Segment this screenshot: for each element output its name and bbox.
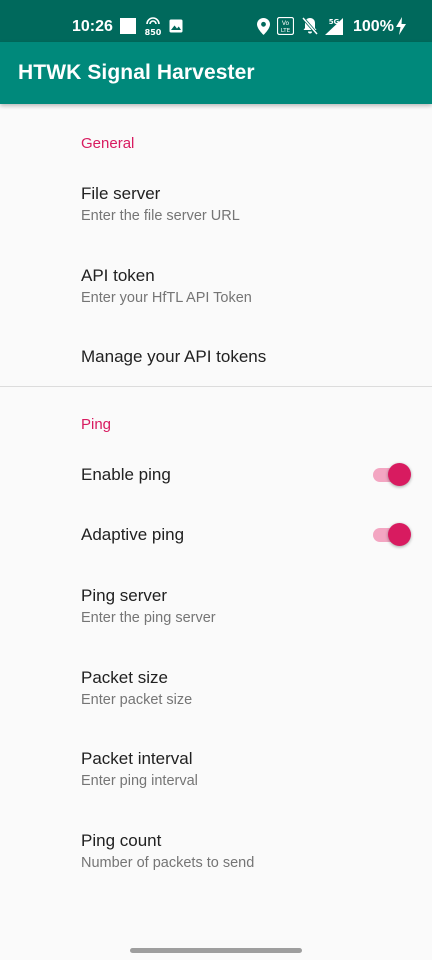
app-bar: HTWK Signal Harvester bbox=[0, 42, 432, 104]
location-icon bbox=[257, 18, 270, 35]
mute-icon bbox=[302, 17, 318, 35]
pref-packet-size-summary: Enter packet size bbox=[81, 692, 193, 708]
pref-enable-ping[interactable]: Enable ping bbox=[0, 448, 432, 502]
pref-file-server[interactable]: File server Enter the file server URL bbox=[0, 168, 432, 246]
enable-ping-switch-thumb bbox=[388, 463, 411, 486]
notification-square-icon bbox=[120, 18, 136, 34]
pref-packet-interval[interactable]: Packet interval Enter ping interval bbox=[0, 733, 432, 811]
pref-ping-server[interactable]: Ping server Enter the ping server bbox=[0, 570, 432, 648]
pref-enable-ping-title: Enable ping bbox=[81, 465, 171, 484]
pref-packet-interval-title: Packet interval bbox=[81, 749, 193, 768]
pref-manage-api-tokens-title: Manage your API tokens bbox=[81, 347, 267, 366]
pref-api-token-title: API token bbox=[81, 266, 155, 285]
svg-text:LTE: LTE bbox=[281, 28, 291, 34]
pref-ping-server-summary: Enter the ping server bbox=[81, 610, 216, 626]
pref-packet-interval-summary: Enter ping interval bbox=[81, 773, 198, 789]
adaptive-ping-switch-thumb bbox=[388, 523, 411, 546]
signal-5g-icon: 5G bbox=[325, 18, 343, 35]
pref-file-server-summary: Enter the file server URL bbox=[81, 208, 240, 224]
category-ping-header: Ping bbox=[81, 416, 112, 433]
pref-ping-server-title: Ping server bbox=[81, 586, 167, 605]
status-bar: 10:26 850 Vo LTE 5G 100% bbox=[0, 0, 432, 42]
pref-adaptive-ping-title: Adaptive ping bbox=[81, 525, 185, 544]
pref-ping-count-title: Ping count bbox=[81, 831, 162, 850]
svg-text:5G: 5G bbox=[329, 18, 340, 26]
gesture-nav-handle[interactable] bbox=[130, 948, 302, 953]
battery-charging-icon bbox=[396, 17, 406, 35]
hd-850-label: 850 bbox=[145, 28, 161, 36]
volte-icon: Vo LTE bbox=[277, 17, 294, 35]
pref-ping-count[interactable]: Ping count Number of packets to send bbox=[0, 815, 432, 893]
adaptive-ping-switch[interactable] bbox=[373, 521, 411, 547]
svg-text:Vo: Vo bbox=[282, 20, 290, 27]
pref-api-token-summary: Enter your HfTL API Token bbox=[81, 290, 252, 306]
status-time: 10:26 bbox=[72, 18, 113, 35]
image-icon bbox=[169, 19, 183, 33]
hd-850-icon: 850 bbox=[145, 17, 161, 36]
app-title: HTWK Signal Harvester bbox=[18, 61, 255, 84]
pref-packet-size-title: Packet size bbox=[81, 668, 168, 687]
enable-ping-switch[interactable] bbox=[373, 461, 411, 487]
pref-packet-size[interactable]: Packet size Enter packet size bbox=[0, 652, 432, 730]
category-general-header: General bbox=[81, 135, 135, 152]
battery-level: 100% bbox=[353, 18, 394, 35]
pref-manage-api-tokens[interactable]: Manage your API tokens bbox=[0, 330, 432, 384]
pref-adaptive-ping[interactable]: Adaptive ping bbox=[0, 508, 432, 562]
pref-ping-count-summary: Number of packets to send bbox=[81, 855, 255, 871]
category-divider bbox=[0, 386, 432, 387]
pref-api-token[interactable]: API token Enter your HfTL API Token bbox=[0, 250, 432, 328]
pref-file-server-title: File server bbox=[81, 184, 161, 203]
